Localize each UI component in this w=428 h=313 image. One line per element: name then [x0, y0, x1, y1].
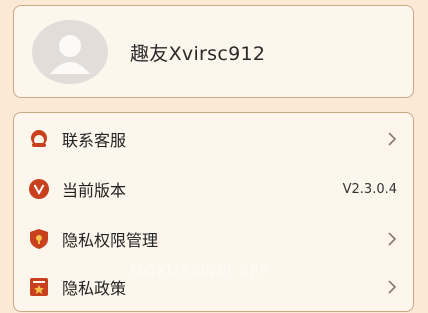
menu-item-label: 当前版本 [62, 181, 127, 200]
menu-item-privacy-permissions[interactable]: 隐私权限管理 [14, 213, 413, 265]
settings-menu: 联系客服 当前版本 V2.3.0.4 隐私权限管理 隐私政策 [13, 112, 414, 312]
version-value: V2.3.0.4 [342, 181, 397, 197]
menu-item-version[interactable]: 当前版本 V2.3.0.4 [14, 163, 413, 215]
customer-service-icon [28, 128, 50, 150]
policy-icon [28, 276, 50, 298]
chevron-right-icon [388, 132, 397, 146]
menu-item-label: 隐私权限管理 [62, 231, 159, 250]
menu-item-label: 隐私政策 [62, 279, 127, 298]
menu-item-label: 联系客服 [62, 131, 127, 150]
username: 趣友Xvirsc912 [130, 43, 266, 65]
profile-card[interactable]: 趣友Xvirsc912 [13, 5, 414, 98]
chevron-right-icon [388, 280, 397, 294]
chevron-right-icon [388, 232, 397, 246]
privacy-shield-icon [28, 228, 50, 250]
version-icon [28, 178, 50, 200]
watermark: MOKUXAWEI APP [130, 262, 270, 280]
menu-item-customer-service[interactable]: 联系客服 [14, 113, 413, 165]
default-avatar-icon[interactable] [32, 20, 108, 84]
